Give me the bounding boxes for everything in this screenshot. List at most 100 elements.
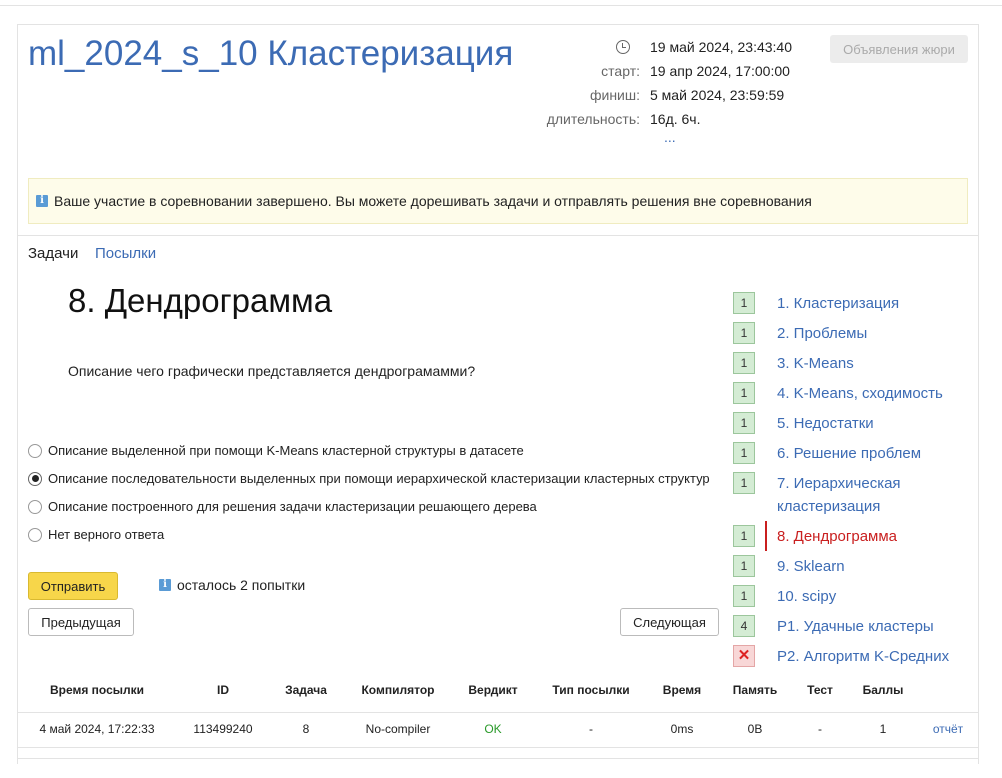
score-badge: 1 [733, 322, 755, 344]
answer-option[interactable]: Описание выделенной при помощи K-Means к… [28, 443, 524, 458]
cell-memory: 0B [747, 722, 763, 736]
tab-tasks[interactable]: Задачи [28, 245, 78, 262]
contest-title: ml_2024_s_10 Кластеризация [28, 34, 514, 73]
sidebar-item[interactable]: 1 9. Sklearn [733, 555, 967, 578]
column-header[interactable]: Компилятор [343, 683, 453, 697]
sidebar-item[interactable]: 1 2. Проблемы [733, 322, 967, 345]
radio-button[interactable] [28, 527, 42, 542]
sidebar-item-label[interactable]: P1. Удачные кластеры [777, 615, 967, 638]
column-header[interactable]: Тест [795, 683, 845, 697]
start-row: старт: 19 апр 2024, 17:00:00 [540, 63, 790, 79]
top-divider [0, 5, 1002, 6]
sidebar-item-label[interactable]: 10. scipy [777, 585, 967, 608]
attempts-text: осталось 2 попытки [177, 577, 306, 593]
sidebar-item-label[interactable]: 4. K-Means, сходимость [777, 382, 967, 405]
sidebar-item-label[interactable]: 9. Sklearn [777, 555, 967, 578]
notice-text: Ваше участие в соревновании завершено. В… [54, 193, 812, 209]
cell-verdict: OK [484, 722, 502, 736]
fail-icon: ✕ [733, 645, 755, 667]
cell-id: 113499240 [193, 722, 253, 736]
finish-row: финиш: 5 май 2024, 23:59:59 [540, 87, 784, 103]
cell-compiler: No-compiler [365, 722, 431, 736]
clock-icon [616, 40, 630, 54]
info-icon: i [159, 579, 171, 591]
table-row: 4 май 2024, 17:22:33 113499240 8 No-comp… [17, 722, 979, 738]
sidebar-item[interactable]: 1 7. Иерархическая кластеризация [733, 472, 967, 518]
score-badge: 1 [733, 525, 755, 547]
answer-option-label: Описание последовательности выделенных п… [48, 471, 710, 486]
finish-label: финиш: [589, 87, 640, 103]
report-link[interactable]: отчёт [921, 722, 975, 736]
score-badge: 1 [733, 472, 755, 494]
sidebar-item[interactable]: 4 P1. Удачные кластеры [733, 615, 967, 638]
cell-time: 4 май 2024, 17:22:33 [39, 722, 155, 736]
cell-test: - [818, 722, 822, 736]
tab-submissions[interactable]: Посылки [95, 245, 156, 262]
sidebar-item-label[interactable]: 2. Проблемы [777, 322, 967, 345]
table-header: Время посылки ID Задача Компилятор Верди… [17, 683, 979, 699]
radio-button[interactable] [28, 443, 42, 458]
sidebar-item[interactable]: ✕ P2. Алгоритм K-Средних [733, 645, 967, 668]
answer-option[interactable]: Описание построенного для решения задачи… [28, 499, 537, 514]
start-label: старт: [601, 63, 640, 79]
cell-task: 8 [302, 722, 310, 736]
cell-score: 1 [879, 722, 887, 736]
answer-option-label: Описание выделенной при помощи K-Means к… [48, 443, 524, 458]
radio-button-selected[interactable] [28, 471, 42, 486]
sidebar-item-label[interactable]: 1. Кластеризация [777, 292, 967, 315]
submit-button[interactable]: Отправить [28, 572, 118, 600]
answer-option-label: Описание построенного для решения задачи… [48, 499, 537, 514]
sidebar-item[interactable]: 1 6. Решение проблем [733, 442, 967, 465]
sidebar-item[interactable]: 1 4. K-Means, сходимость [733, 382, 967, 405]
score-badge: 1 [733, 352, 755, 374]
answer-option-label: Нет верного ответа [48, 527, 165, 542]
info-icon: i [36, 195, 48, 207]
duration-value: 16д. 6ч. [650, 111, 701, 127]
cell-type: - [589, 722, 593, 736]
more-link[interactable]: ... [664, 129, 676, 145]
bottom-divider [17, 758, 979, 759]
sidebar-item[interactable]: 1 1. Кластеризация [733, 292, 967, 315]
answer-option[interactable]: Описание последовательности выделенных п… [28, 471, 710, 486]
sidebar-item-label[interactable]: 8. Дендрограмма [777, 525, 967, 548]
score-badge: 1 [733, 292, 755, 314]
score-badge: 1 [733, 585, 755, 607]
answer-option[interactable]: Нет верного ответа [28, 527, 164, 542]
sidebar-item-label[interactable]: 6. Решение проблем [777, 442, 967, 465]
section-divider [17, 235, 979, 236]
jury-announcements-button[interactable]: Объявления жюри [830, 35, 968, 63]
score-badge: 1 [733, 382, 755, 404]
radio-button[interactable] [28, 499, 42, 514]
column-header[interactable]: ID [177, 683, 269, 697]
sidebar-item-label[interactable]: 5. Недостатки [777, 412, 967, 435]
question-text: Описание чего графически представляется … [68, 363, 476, 379]
current-time: 19 май 2024, 23:43:40 [650, 39, 793, 55]
sidebar-item-label[interactable]: 3. K-Means [777, 352, 967, 375]
sidebar-item[interactable]: 1 3. K-Means [733, 352, 967, 375]
next-button[interactable]: Следующая [620, 608, 719, 636]
column-header[interactable]: Время [649, 683, 715, 697]
column-header[interactable]: Время посылки [17, 683, 177, 697]
column-header[interactable]: Вердикт [453, 683, 533, 697]
score-badge: 4 [733, 615, 755, 637]
column-header[interactable]: Тип посылки [533, 683, 649, 697]
column-header[interactable]: Память [715, 683, 795, 697]
notice-banner: i Ваше участие в соревновании завершено.… [28, 178, 968, 224]
start-value: 19 апр 2024, 17:00:00 [650, 63, 790, 79]
score-badge: 1 [733, 442, 755, 464]
column-header[interactable]: Задача [269, 683, 343, 697]
previous-button[interactable]: Предыдущая [28, 608, 134, 636]
score-badge: 1 [733, 555, 755, 577]
sidebar-item[interactable]: 1 5. Недостатки [733, 412, 967, 435]
attempts-info: i осталось 2 попытки [159, 577, 305, 593]
duration-row: длительность: 16д. 6ч. [540, 111, 701, 127]
finish-value: 5 май 2024, 23:59:59 [650, 87, 785, 103]
cell-runtime: 0ms [670, 722, 694, 736]
duration-label: длительность: [546, 111, 640, 127]
table-divider [17, 712, 979, 713]
sidebar-item-active[interactable]: 1 8. Дендрограмма [733, 525, 967, 548]
sidebar-item-label[interactable]: 7. Иерархическая кластеризация [777, 472, 967, 518]
column-header[interactable]: Баллы [845, 683, 921, 697]
sidebar-item-label[interactable]: P2. Алгоритм K-Средних [777, 645, 967, 668]
sidebar-item[interactable]: 1 10. scipy [733, 585, 967, 608]
